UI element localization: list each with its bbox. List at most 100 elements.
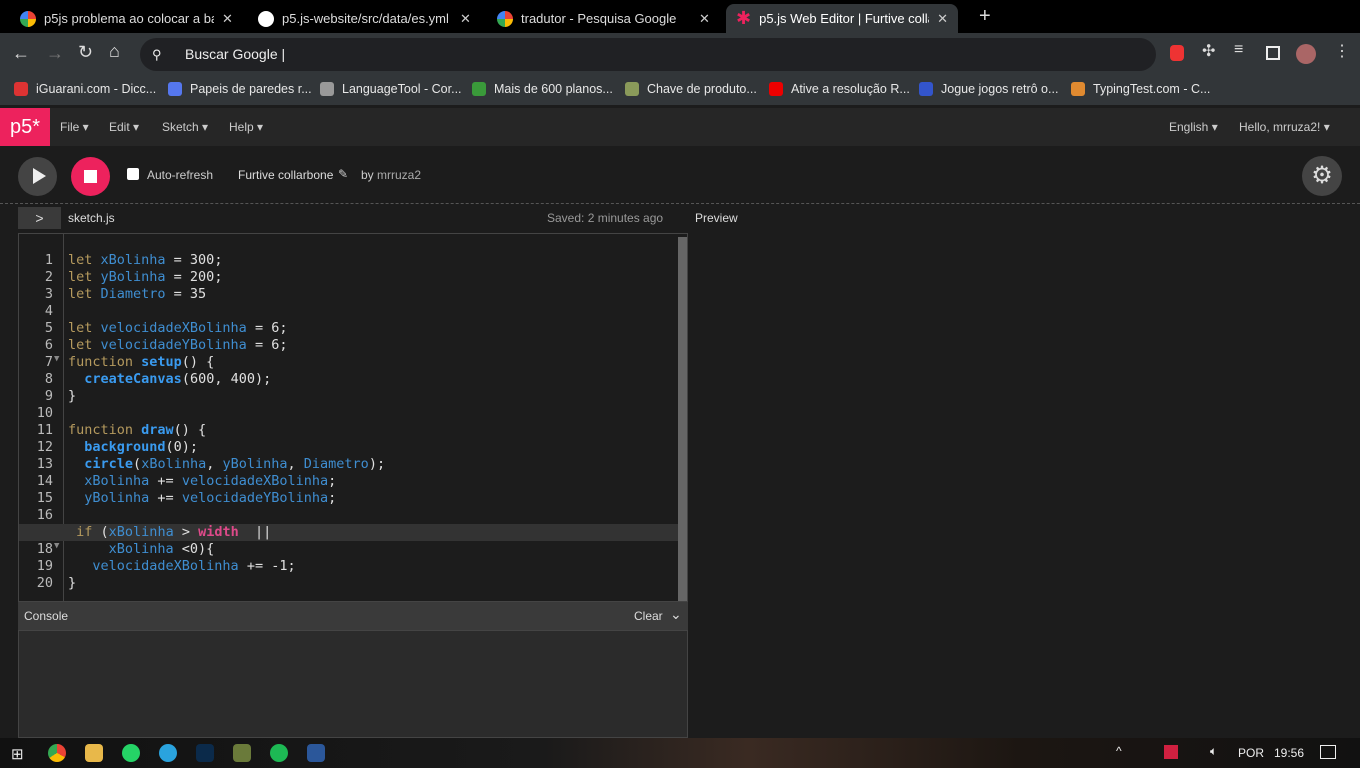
google-icon xyxy=(20,10,36,27)
code-line[interactable]: createCanvas(600, 400); xyxy=(68,371,271,387)
code-line[interactable]: let velocidadeYBolinha = 6; xyxy=(68,337,287,353)
profile-avatar[interactable] xyxy=(1296,44,1316,64)
omnibox-text: Buscar Google xyxy=(185,46,278,62)
bookmark[interactable]: TypingTest.com - C... xyxy=(1071,82,1210,96)
code-line[interactable]: if (xBolinha > width || xyxy=(68,524,271,540)
new-tab-icon[interactable]: + xyxy=(979,5,991,28)
code-line[interactable]: let Diametro = 35 xyxy=(68,286,206,302)
telegram-icon[interactable] xyxy=(159,744,177,762)
reload-icon[interactable]: ↻ xyxy=(78,42,93,63)
windows-start-icon[interactable]: ⊞ xyxy=(11,745,24,763)
code-editor[interactable]: 1234567▼89101112131415161718▼1920 let xB… xyxy=(18,233,688,602)
spotify-icon[interactable] xyxy=(270,744,288,762)
file-explorer-icon[interactable] xyxy=(85,744,103,762)
volume-icon[interactable]: 🔈︎ xyxy=(1210,744,1217,759)
code-token: xBolinha xyxy=(108,524,174,540)
stop-button[interactable] xyxy=(71,157,110,196)
bookmark[interactable]: Ative a resolução R... xyxy=(769,82,910,96)
edit-pencil-icon[interactable]: ✎ xyxy=(338,167,348,181)
browser-tab[interactable]: p5js problema ao colocar a barra ✕ xyxy=(10,4,243,33)
code-line[interactable]: xBolinha <0){ xyxy=(68,541,215,557)
code-line[interactable]: } xyxy=(68,575,76,591)
chrome-icon[interactable] xyxy=(48,744,66,762)
code-token: () { xyxy=(181,354,215,370)
menu-file[interactable]: File ▾ xyxy=(60,120,89,134)
menu-sketch[interactable]: Sketch ▾ xyxy=(162,120,208,134)
editor-header: > sketch.js Saved: 2 minutes ago Preview xyxy=(18,207,738,231)
code-line[interactable]: let yBolinha = 200; xyxy=(68,269,222,285)
forward-icon[interactable]: → xyxy=(46,43,64,64)
close-tab-icon[interactable]: ✕ xyxy=(460,11,471,27)
menu-help[interactable]: Help ▾ xyxy=(229,120,263,134)
play-button[interactable] xyxy=(18,157,57,196)
code-line[interactable]: } xyxy=(68,388,76,404)
bookmark[interactable]: Mais de 600 planos... xyxy=(472,82,613,96)
fold-arrow-icon[interactable]: ▼ xyxy=(54,354,59,364)
tray-app-icon[interactable] xyxy=(1164,745,1178,759)
clock[interactable]: 19:56 xyxy=(1274,746,1304,760)
settings-gear-icon[interactable]: ⚙ xyxy=(1302,156,1342,196)
language-menu[interactable]: English ▾ xyxy=(1169,120,1218,134)
code-line[interactable]: let xBolinha = 300; xyxy=(68,252,222,268)
code-token: = 300; xyxy=(165,252,223,268)
input-language[interactable]: POR xyxy=(1238,746,1264,760)
code-line[interactable]: xBolinha += velocidadeXBolinha; xyxy=(68,473,336,489)
photoshop-icon[interactable] xyxy=(196,744,214,762)
code-token: <0){ xyxy=(173,541,215,557)
code-line[interactable]: function draw() { xyxy=(68,422,206,438)
menu-kebab-icon[interactable]: ⋮ xyxy=(1334,41,1350,61)
code-line[interactable]: function setup() { xyxy=(68,354,214,370)
user-menu[interactable]: Hello, mrruza2! ▾ xyxy=(1239,120,1330,134)
close-tab-icon[interactable]: ✕ xyxy=(699,11,710,27)
line-number: 6 xyxy=(44,337,53,353)
line-number: 7 xyxy=(44,354,53,370)
p5-nav-bar: English ▾ Hello, mrruza2! ▾ File ▾ Edit ▾… xyxy=(0,108,1360,146)
bookmark[interactable]: iGuarani.com - Dicc... xyxy=(14,82,156,96)
word-icon[interactable] xyxy=(307,744,325,762)
browser-tab[interactable]: p5.js-website/src/data/es.yml at m ✕ xyxy=(248,4,481,33)
console-clear-button[interactable]: Clear xyxy=(634,609,663,623)
close-tab-icon[interactable]: ✕ xyxy=(222,11,233,27)
bookmark[interactable]: Papeis de paredes r... xyxy=(168,82,312,96)
expand-sidebar-chevron-icon[interactable]: > xyxy=(18,207,61,229)
tray-chevron-icon[interactable]: ^ xyxy=(1116,744,1122,758)
editor-scrollbar[interactable] xyxy=(678,237,687,601)
code-token: > xyxy=(173,524,199,540)
line-number: 11 xyxy=(36,422,53,438)
code-line[interactable]: let velocidadeXBolinha = 6; xyxy=(68,320,287,336)
extensions-puzzle-icon[interactable]: ✣ xyxy=(1202,41,1215,61)
line-number: 1 xyxy=(44,252,53,268)
auto-refresh-checkbox[interactable] xyxy=(127,168,139,180)
code-line[interactable]: yBolinha += velocidadeYBolinha; xyxy=(68,490,336,506)
app-icon[interactable] xyxy=(233,744,251,762)
menu-edit[interactable]: Edit ▾ xyxy=(109,120,139,134)
whatsapp-icon[interactable] xyxy=(122,744,140,762)
fold-arrow-icon[interactable]: ▼ xyxy=(54,541,59,551)
browser-tab[interactable]: ✱ p5.js Web Editor | Furtive collarbone ✕ xyxy=(726,4,958,33)
bookmark[interactable]: LanguageTool - Cor... xyxy=(320,82,462,96)
close-tab-icon[interactable]: ✕ xyxy=(937,11,948,27)
code-token: += xyxy=(149,490,182,506)
bookmark[interactable]: Jogue jogos retrô o... xyxy=(919,82,1058,96)
bookmark-favicon-icon xyxy=(320,82,334,96)
sketch-name[interactable]: Furtive collarbone xyxy=(238,168,333,182)
author-link[interactable]: mrruza2 xyxy=(377,168,421,182)
p5-logo[interactable]: p5* xyxy=(0,108,50,146)
bookmark[interactable]: Chave de produto... xyxy=(625,82,757,96)
notifications-icon[interactable] xyxy=(1320,745,1336,759)
collapse-chevron-icon[interactable]: ⌄ xyxy=(670,606,682,623)
media-control-icon[interactable]: ≡ xyxy=(1234,41,1243,59)
omnibox[interactable]: ⚲ Buscar Google | xyxy=(140,38,1156,71)
code-line[interactable]: background(0); xyxy=(68,439,198,455)
stop-icon xyxy=(84,170,97,183)
code-line[interactable]: circle(xBolinha, yBolinha, Diametro); xyxy=(68,456,385,472)
browser-tab[interactable]: tradutor - Pesquisa Google ✕ xyxy=(487,4,720,33)
code-token: } xyxy=(68,388,77,404)
extension-icon[interactable] xyxy=(1170,45,1184,61)
code-line[interactable]: velocidadeXBolinha += -1; xyxy=(68,558,295,574)
back-icon[interactable]: ← xyxy=(12,43,30,64)
side-panel-icon[interactable] xyxy=(1266,46,1280,60)
file-tab[interactable]: sketch.js xyxy=(68,211,115,225)
home-icon[interactable]: ⌂ xyxy=(109,41,120,62)
bookmark-favicon-icon xyxy=(1071,82,1085,96)
